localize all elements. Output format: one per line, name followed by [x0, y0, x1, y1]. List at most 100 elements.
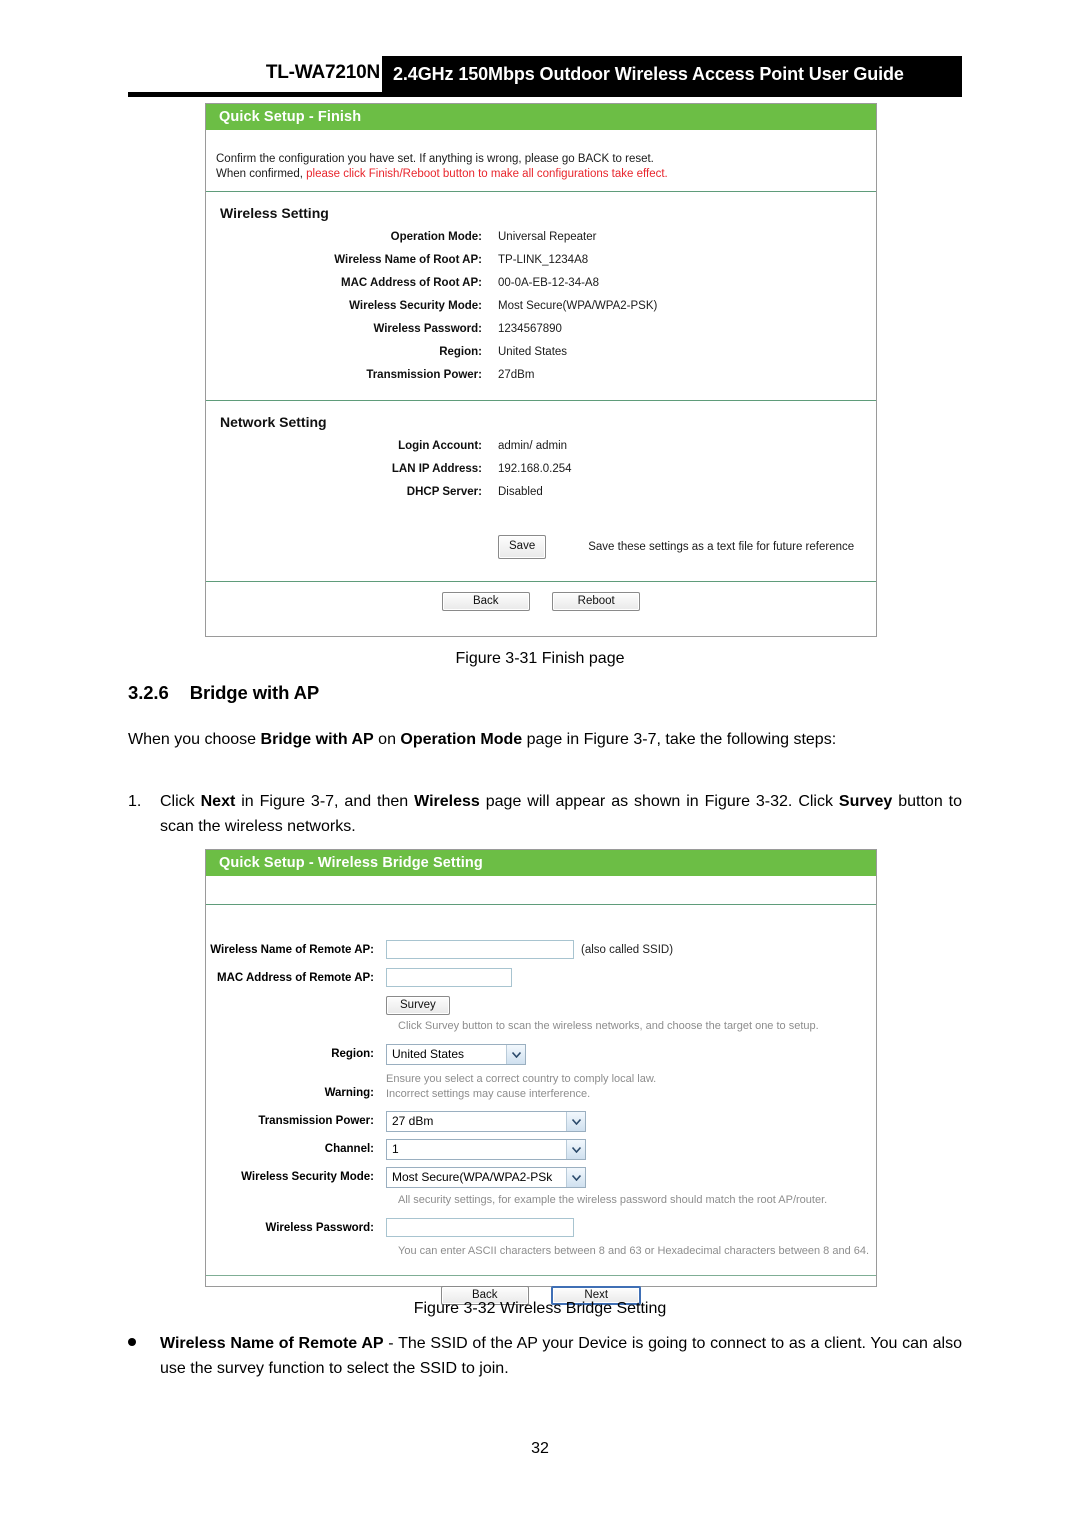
- chevron-down-icon[interactable]: [506, 1045, 525, 1064]
- step1-term-survey: Survey: [838, 793, 893, 810]
- transmission-power-select[interactable]: 27 dBm: [386, 1111, 586, 1132]
- header-rule: [128, 92, 962, 97]
- header-title-bar: 2.4GHz 150Mbps Outdoor Wireless Access P…: [382, 56, 962, 92]
- reboot-button[interactable]: Reboot: [552, 592, 641, 611]
- ssid-input[interactable]: [386, 940, 574, 959]
- transmission-power-selected-value: 27 dBm: [392, 1114, 434, 1128]
- security-mode-value: Most Secure(WPA/WPA2-PSK): [498, 300, 658, 312]
- intro-text-e: page in Figure 3-7, take the following s…: [522, 731, 837, 748]
- channel-select[interactable]: 1: [386, 1139, 586, 1160]
- region-selected-value: United States: [392, 1047, 465, 1061]
- survey-row: Survey: [206, 996, 876, 1015]
- figure-31-caption: Figure 3-31 Finish page: [455, 650, 625, 667]
- wireless-password-value: 1234567890: [498, 323, 562, 335]
- warning-line-1: Ensure you select a correct country to c…: [386, 1073, 657, 1085]
- step1-text-c: in Figure 3-7, and then: [235, 793, 415, 810]
- wireless-password-control: [386, 1218, 574, 1237]
- chevron-down-icon[interactable]: [566, 1112, 585, 1131]
- bridge-panel-spacer: [206, 876, 876, 904]
- channel-control: 1: [386, 1139, 586, 1160]
- warning-text: Ensure you select a correct country to c…: [386, 1072, 656, 1102]
- channel-row: Channel: 1: [206, 1139, 876, 1160]
- wireless-password-hint: You can enter ASCII characters between 8…: [398, 1245, 870, 1257]
- save-button[interactable]: Save: [498, 535, 547, 559]
- summary-row: Operation Mode: Universal Repeater: [206, 229, 876, 246]
- security-mode-row: Wireless Security Mode: Most Secure(WPA/…: [206, 1167, 876, 1188]
- wireless-password-label: Wireless Password:: [373, 323, 482, 335]
- security-mode-select[interactable]: Most Secure(WPA/WPA2-PSk: [386, 1167, 586, 1188]
- finish-intro-line-1: Confirm the configuration you have set. …: [216, 153, 654, 165]
- lan-ip-value: 192.168.0.254: [498, 463, 572, 475]
- bullet-term: Wireless Name of Remote AP: [160, 1335, 384, 1352]
- finish-intro-line-2: When confirmed, please click Finish/Rebo…: [216, 167, 876, 182]
- root-ap-mac-label: MAC Address of Root AP:: [341, 277, 482, 289]
- wireless-setting-section: Wireless Setting Operation Mode: Univers…: [206, 192, 876, 384]
- security-hint: All security settings, for example the w…: [398, 1194, 828, 1206]
- operation-mode-value: Universal Repeater: [498, 231, 597, 243]
- header-model-name: TL-WA7210N: [265, 62, 380, 83]
- summary-row: LAN IP Address: 192.168.0.254: [206, 461, 876, 478]
- bullet-dot-icon: [128, 1338, 136, 1346]
- wireless-password-input[interactable]: [386, 1218, 574, 1237]
- security-mode-label: Wireless Security Mode:: [349, 300, 482, 312]
- quick-setup-finish-panel: Quick Setup - Finish Confirm the configu…: [205, 103, 877, 637]
- channel-label: Channel:: [324, 1143, 374, 1155]
- mac-control: [386, 968, 512, 987]
- step1-text-e: page will appear as shown in Figure 3-32…: [479, 793, 839, 810]
- summary-row: Wireless Password: 1234567890: [206, 321, 876, 338]
- transmission-power-value: 27dBm: [498, 369, 535, 381]
- summary-row: Wireless Security Mode: Most Secure(WPA/…: [206, 298, 876, 315]
- section-title: Bridge with AP: [189, 682, 320, 703]
- intro-text-a: When you choose: [128, 731, 261, 748]
- transmission-power-label: Transmission Power:: [366, 369, 482, 381]
- finish-intro-warning: please click Finish/Reboot button to mak…: [306, 168, 668, 180]
- step1-text-a: Click: [160, 793, 201, 810]
- survey-button[interactable]: Survey: [386, 996, 450, 1015]
- step-1-number: 1.: [128, 793, 142, 810]
- transmission-power-row: Transmission Power: 27 dBm: [206, 1111, 876, 1132]
- finish-panel-intro: Confirm the configuration you have set. …: [206, 130, 876, 191]
- ssid-control: (also called SSID): [386, 940, 673, 959]
- summary-row: Region: United States: [206, 344, 876, 361]
- intro-text-c: on: [373, 731, 401, 748]
- channel-selected-value: 1: [392, 1142, 399, 1156]
- chevron-down-icon[interactable]: [566, 1168, 585, 1187]
- survey-hint: Click Survey button to scan the wireless…: [398, 1020, 819, 1032]
- transmission-power-label: Transmission Power:: [258, 1115, 374, 1127]
- finish-panel-title: Quick Setup - Finish: [206, 104, 876, 130]
- bullet-paragraph: Wireless Name of Remote AP - The SSID of…: [128, 1331, 962, 1381]
- root-ap-ssid-value: TP-LINK_1234A8: [498, 254, 589, 266]
- section-number: 3.2.6: [128, 682, 169, 703]
- mac-row: MAC Address of Remote AP:: [206, 968, 876, 989]
- mac-input[interactable]: [386, 968, 512, 987]
- region-row: Region: United States: [206, 1044, 876, 1065]
- back-button[interactable]: Back: [441, 592, 530, 611]
- document-header: TL-WA7210N 2.4GHz 150Mbps Outdoor Wirele…: [128, 56, 962, 98]
- region-control: United States: [386, 1044, 526, 1065]
- wireless-setting-heading: Wireless Setting: [220, 205, 329, 221]
- step1-term-wireless: Wireless: [414, 793, 480, 810]
- quick-setup-wireless-bridge-panel: Quick Setup - Wireless Bridge Setting Wi…: [205, 849, 877, 1305]
- wireless-password-row: Wireless Password:: [206, 1218, 876, 1239]
- chevron-down-icon[interactable]: [566, 1140, 585, 1159]
- network-setting-section: Network Setting Login Account: admin/ ad…: [206, 401, 876, 559]
- page-number: 32: [531, 1440, 549, 1457]
- ssid-row: Wireless Name of Remote AP: (also called…: [206, 940, 876, 961]
- survey-control: Survey: [386, 996, 450, 1015]
- bullet-text: Wireless Name of Remote AP - The SSID of…: [160, 1331, 962, 1381]
- mac-label: MAC Address of Remote AP:: [217, 972, 374, 984]
- region-label: Region:: [331, 1048, 374, 1060]
- warning-line-2: Incorrect settings may cause interferenc…: [386, 1088, 591, 1100]
- wireless-password-label: Wireless Password:: [265, 1222, 374, 1234]
- section-intro-paragraph: When you choose Bridge with AP on Operat…: [128, 727, 962, 752]
- step-1: 1. Click Next in Figure 3-7, and then Wi…: [128, 789, 962, 839]
- region-select[interactable]: United States: [386, 1044, 526, 1065]
- save-settings-row: Save Save these settings as a text file …: [206, 535, 876, 559]
- summary-row: Transmission Power: 27dBm: [206, 367, 876, 384]
- region-label: Region:: [439, 346, 482, 358]
- operation-mode-label: Operation Mode:: [390, 231, 482, 243]
- ssid-label: Wireless Name of Remote AP:: [210, 944, 374, 956]
- transmission-power-control: 27 dBm: [386, 1111, 586, 1132]
- save-hint-text: Save these settings as a text file for f…: [588, 540, 855, 553]
- ssid-suffix-text: (also called SSID): [581, 943, 674, 956]
